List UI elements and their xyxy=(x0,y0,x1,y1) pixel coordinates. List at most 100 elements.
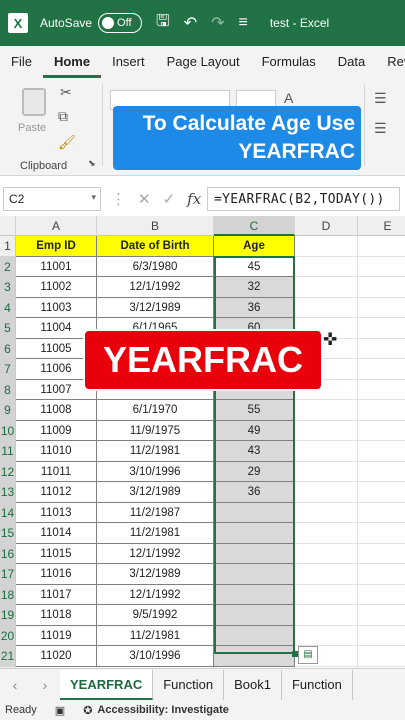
cell-dob[interactable]: 9/5/1992 xyxy=(97,605,214,626)
cell-emp-id[interactable]: 11020 xyxy=(16,646,97,667)
row-header[interactable]: 11 xyxy=(0,441,16,462)
cell-d[interactable] xyxy=(295,400,358,421)
align-left-icon[interactable]: ☰ xyxy=(374,120,387,137)
cell-e[interactable] xyxy=(358,359,405,380)
formula-input[interactable]: =YEARFRAC(B2,TODAY()) xyxy=(207,187,400,211)
cell-age[interactable]: 45 xyxy=(214,256,295,277)
row-header[interactable]: 5 xyxy=(0,318,16,339)
cell-age[interactable] xyxy=(214,502,295,523)
row-header[interactable]: 13 xyxy=(0,482,16,503)
column-header-a[interactable]: A xyxy=(16,216,97,236)
row-header[interactable]: 16 xyxy=(0,543,16,564)
cell-e[interactable] xyxy=(358,277,405,298)
cell-d[interactable] xyxy=(295,236,358,257)
tab-review[interactable]: Revi xyxy=(376,46,405,78)
cell-dob[interactable]: 6/1/1970 xyxy=(97,400,214,421)
cell-age[interactable]: 49 xyxy=(214,420,295,441)
tab-file[interactable]: File xyxy=(0,46,43,78)
cell-e[interactable] xyxy=(358,482,405,503)
copy-icon[interactable]: ⧉ xyxy=(58,108,68,125)
undo-icon[interactable]: ↶ xyxy=(184,13,197,33)
cell-d[interactable] xyxy=(295,441,358,462)
cell-dob[interactable]: 3/12/1989 xyxy=(97,297,214,318)
cell-dob[interactable]: 11/2/1981 xyxy=(97,625,214,646)
cell-age[interactable] xyxy=(214,584,295,605)
cell-emp-id[interactable]: 11001 xyxy=(16,256,97,277)
cell-d[interactable] xyxy=(295,543,358,564)
cell-dob[interactable]: 12/1/1992 xyxy=(97,584,214,605)
sheet-tab-function[interactable]: Function xyxy=(153,669,225,700)
row-header[interactable]: 17 xyxy=(0,564,16,585)
cell-emp-id[interactable]: 11016 xyxy=(16,564,97,585)
cell-emp-id[interactable]: 11009 xyxy=(16,420,97,441)
align-top-icon[interactable]: ☰ xyxy=(374,90,387,107)
customize-quick-access-icon[interactable]: ≡ xyxy=(239,14,248,32)
row-header[interactable]: 3 xyxy=(0,277,16,298)
cell-age[interactable]: 29 xyxy=(214,461,295,482)
cell-dob[interactable]: 11/2/1981 xyxy=(97,441,214,462)
cell-emp-id[interactable]: 11008 xyxy=(16,400,97,421)
cell-dob[interactable]: 3/12/1989 xyxy=(97,564,214,585)
row-header[interactable]: 14 xyxy=(0,502,16,523)
redo-icon[interactable]: ↷ xyxy=(211,13,224,33)
cell-age[interactable]: 36 xyxy=(214,482,295,503)
tab-home[interactable]: Home xyxy=(42,46,102,78)
row-header[interactable]: 21 xyxy=(0,646,16,667)
cell-d[interactable] xyxy=(295,564,358,585)
cell-age[interactable] xyxy=(214,523,295,544)
cell-e[interactable] xyxy=(358,503,405,523)
cell-e[interactable] xyxy=(358,421,405,441)
cell-e[interactable] xyxy=(358,298,405,318)
cell-emp-id[interactable]: 11015 xyxy=(16,543,97,564)
sheet-tab-yearfrac[interactable]: YEARFRAC xyxy=(60,669,154,700)
column-header-b[interactable]: B xyxy=(97,216,214,236)
accessibility-status[interactable]: Accessibility: Investigate xyxy=(97,704,228,716)
row-header[interactable]: 1 xyxy=(0,236,16,257)
row-header[interactable]: 15 xyxy=(0,523,16,544)
cell-d[interactable] xyxy=(295,420,358,441)
row-header[interactable]: 8 xyxy=(0,379,16,400)
cell-d[interactable] xyxy=(295,584,358,605)
cell-e[interactable] xyxy=(358,441,405,462)
cell-dob[interactable]: 3/12/1989 xyxy=(97,482,214,503)
cell-e[interactable] xyxy=(358,462,405,482)
cell-age[interactable] xyxy=(214,543,295,564)
tab-page-layout[interactable]: Page Layout xyxy=(156,46,251,78)
cell-dob[interactable]: 3/10/1996 xyxy=(97,461,214,482)
cell-age[interactable] xyxy=(214,564,295,585)
chevron-right-icon[interactable]: › xyxy=(30,677,60,693)
cell-d[interactable] xyxy=(295,502,358,523)
save-icon[interactable]: 🖫 xyxy=(156,10,170,37)
quick-analysis-icon[interactable]: ▤ xyxy=(298,646,318,664)
format-painter-icon[interactable]: 🖌 xyxy=(58,134,76,151)
cell-e[interactable] xyxy=(358,380,405,400)
cell-d[interactable] xyxy=(295,482,358,503)
paste-icon[interactable] xyxy=(22,88,46,116)
cell-emp-id[interactable]: 11014 xyxy=(16,523,97,544)
cell-e[interactable] xyxy=(358,318,405,339)
cell-age[interactable]: 32 xyxy=(214,277,295,298)
cell-e[interactable] xyxy=(358,585,405,605)
autosave-toggle[interactable]: Off xyxy=(98,13,143,33)
cell-d[interactable] xyxy=(295,256,358,277)
cell-d[interactable] xyxy=(295,605,358,626)
cell-d[interactable] xyxy=(295,461,358,482)
cell-e[interactable] xyxy=(358,257,405,277)
row-header[interactable]: 20 xyxy=(0,625,16,646)
cell-emp-id[interactable]: 11010 xyxy=(16,441,97,462)
cell-emp-id[interactable]: 11012 xyxy=(16,482,97,503)
cell-age[interactable]: 55 xyxy=(214,400,295,421)
cell-dob[interactable]: 11/9/1975 xyxy=(97,420,214,441)
column-header-e[interactable]: E xyxy=(358,216,405,236)
column-header-d[interactable]: D xyxy=(295,216,358,236)
select-all-corner[interactable] xyxy=(0,216,16,236)
cell-e[interactable] xyxy=(358,544,405,564)
cell-age[interactable] xyxy=(214,646,295,667)
cell-e[interactable] xyxy=(358,523,405,544)
cell-emp-id[interactable]: 11011 xyxy=(16,461,97,482)
name-box[interactable]: C2 ▾ xyxy=(3,187,101,211)
row-header[interactable]: 9 xyxy=(0,400,16,421)
row-header[interactable]: 10 xyxy=(0,420,16,441)
cell-e[interactable] xyxy=(358,605,405,626)
cell-emp-id[interactable]: 11017 xyxy=(16,584,97,605)
